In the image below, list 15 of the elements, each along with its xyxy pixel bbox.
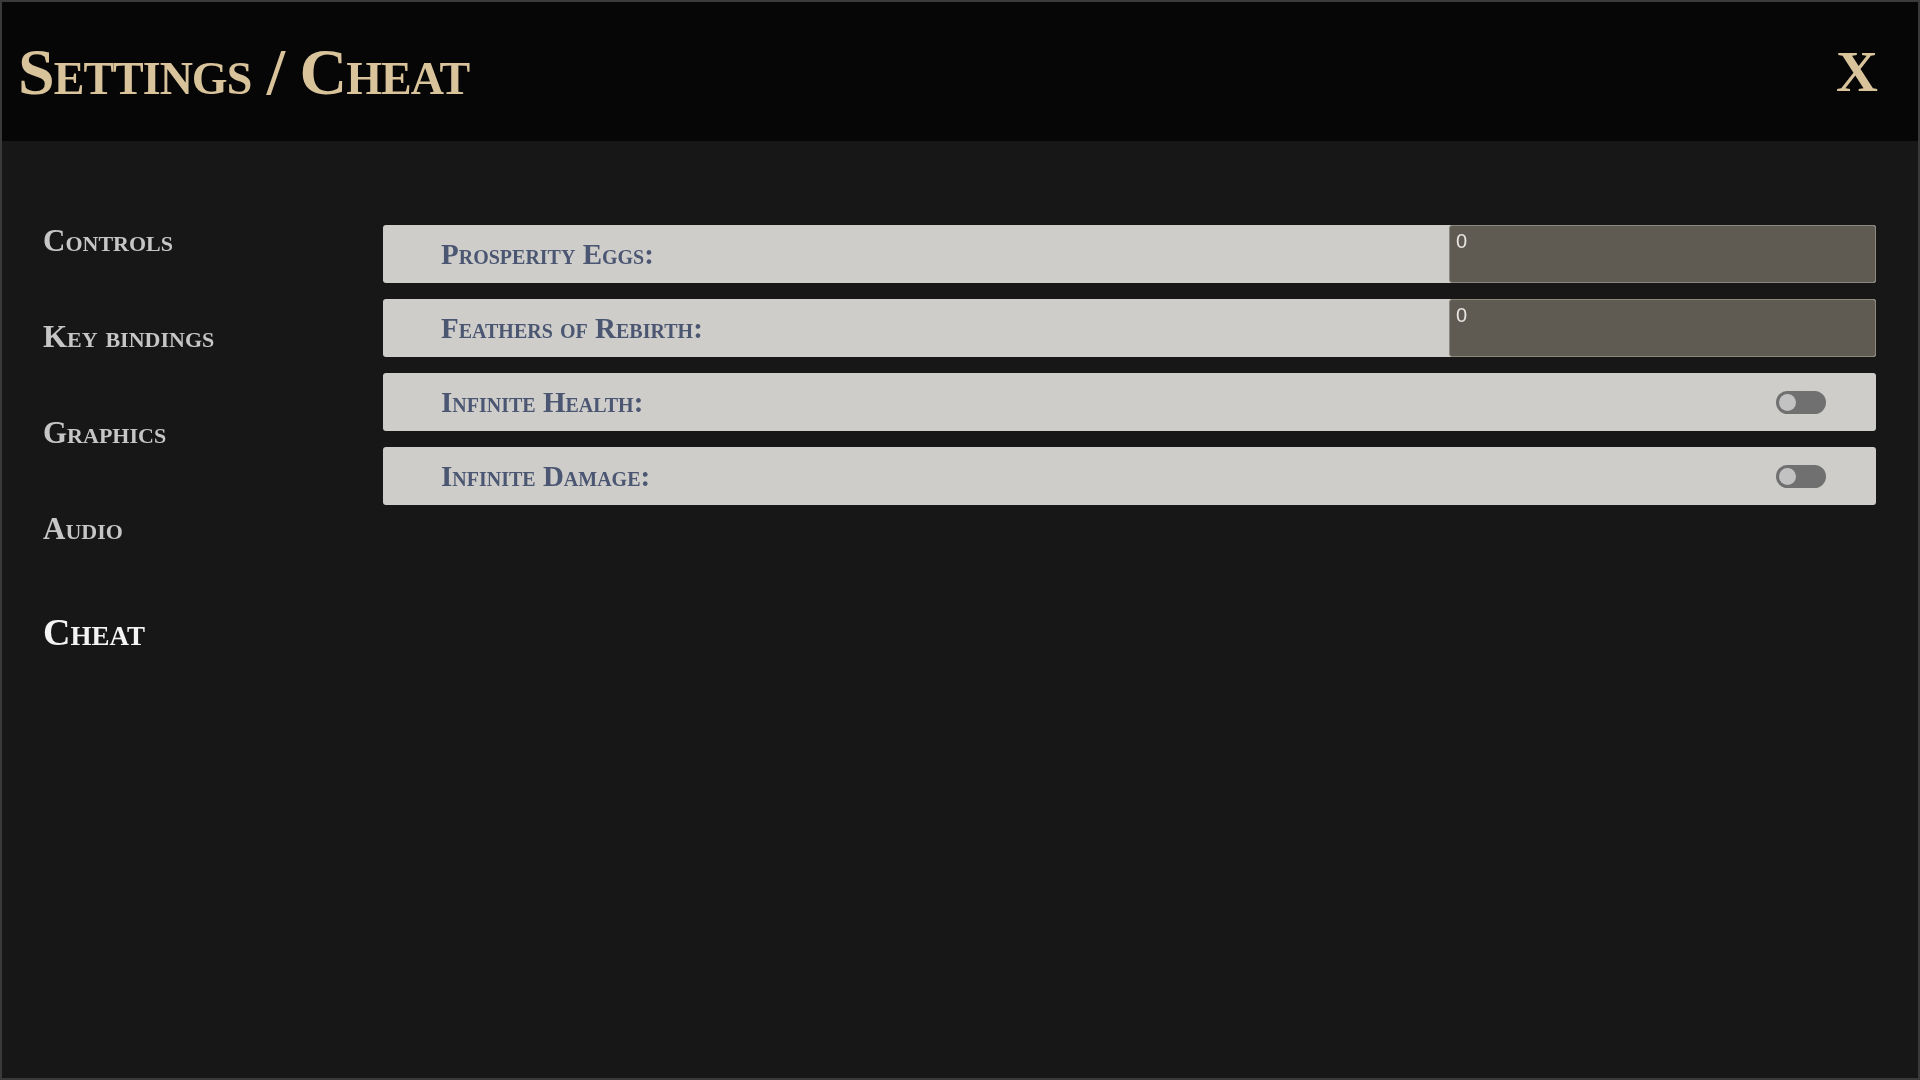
toggle-switch[interactable]: [1776, 464, 1826, 488]
cheat-label: Infinite Damage:: [441, 459, 651, 493]
toggle-switch[interactable]: [1776, 390, 1826, 414]
sidebar-item[interactable]: Graphics: [43, 385, 167, 481]
number-field[interactable]: 0: [1449, 225, 1876, 283]
cheat-label: Prosperity Eggs:: [441, 237, 654, 271]
close-button[interactable]: X: [1832, 42, 1882, 101]
number-field[interactable]: 0: [1449, 299, 1876, 357]
page-title: Settings / Cheat: [18, 33, 470, 110]
sidebar-item[interactable]: Audio: [43, 481, 123, 577]
cheat-label: Infinite Health:: [441, 385, 644, 419]
sidebar-item[interactable]: Cheat: [43, 577, 145, 687]
sidebar-item[interactable]: Controls: [43, 193, 173, 289]
cheat-label: Feathers of Rebirth:: [441, 311, 703, 345]
sidebar-item[interactable]: Key bindings: [43, 289, 215, 385]
